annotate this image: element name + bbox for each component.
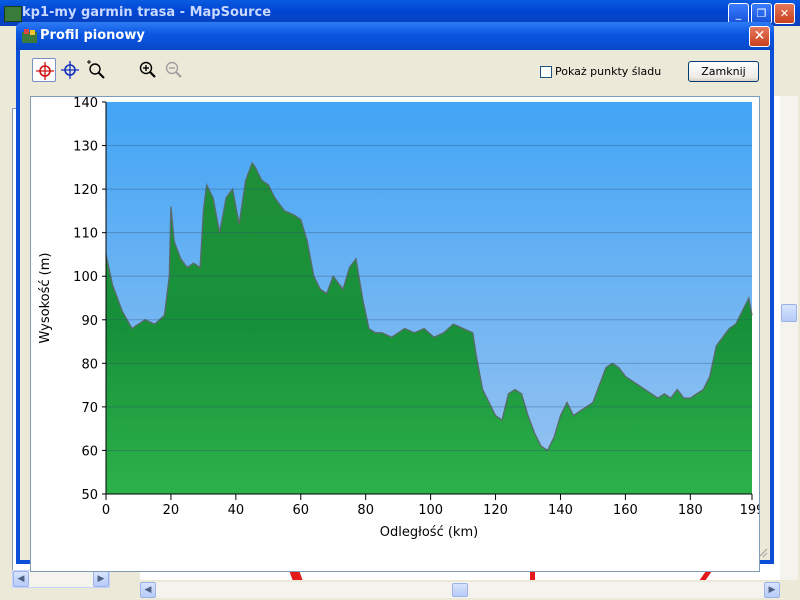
x-tick-label: 80 bbox=[357, 503, 374, 518]
map-hscroll-thumb[interactable] bbox=[452, 583, 468, 597]
move-tool-button[interactable] bbox=[58, 58, 82, 82]
y-tick-label: 120 bbox=[73, 183, 98, 198]
dialog-titlebar[interactable]: Profil pionowy ✕ bbox=[16, 22, 774, 50]
x-tick-label: 0 bbox=[102, 503, 110, 518]
scroll-left-icon[interactable]: ◀ bbox=[13, 571, 29, 587]
map-scroll-left-icon[interactable]: ◀ bbox=[140, 582, 156, 598]
restore-button[interactable]: ❐ bbox=[751, 3, 772, 24]
select-tool-button[interactable] bbox=[32, 58, 56, 82]
dialog-body: Pokaż punkty śladu Zamknij 140 130 120 110 1… bbox=[20, 50, 770, 572]
x-tick-label: 140 bbox=[548, 503, 573, 518]
show-track-points-checkbox[interactable] bbox=[540, 66, 552, 78]
y-tick-label: 50 bbox=[81, 488, 98, 503]
zoom-in-icon bbox=[139, 61, 156, 78]
resize-grip-icon[interactable] bbox=[756, 546, 768, 558]
elevation-chart-frame: 140 130 120 110 100 90 80 70 60 50 0 20 40 60 80 100 120… bbox=[30, 96, 760, 572]
y-tick-label: 140 bbox=[73, 97, 98, 111]
profile-app-icon bbox=[22, 29, 37, 43]
x-tick-label: 60 bbox=[293, 503, 310, 518]
left-list-hscrollbar[interactable]: ◀ ▶ bbox=[12, 570, 110, 588]
x-tick-label: 40 bbox=[228, 503, 245, 518]
map-vscroll-thumb[interactable] bbox=[781, 304, 797, 322]
y-tick-label: 130 bbox=[73, 140, 98, 155]
move-crosshair-icon bbox=[61, 61, 79, 79]
zoom-in-button[interactable] bbox=[136, 58, 160, 82]
map-scroll-right-icon[interactable]: ▶ bbox=[764, 582, 780, 598]
y-tick-label: 110 bbox=[73, 227, 98, 242]
y-axis-label: Wysokość (m) bbox=[38, 253, 53, 344]
scroll-right-icon[interactable]: ▶ bbox=[93, 571, 109, 587]
minimize-button[interactable]: _ bbox=[728, 3, 749, 24]
x-tick-label: 199 bbox=[740, 503, 759, 518]
elevation-profile-chart[interactable]: 140 130 120 110 100 90 80 70 60 50 0 20 40 60 80 100 120… bbox=[31, 97, 759, 571]
x-tick-label: 20 bbox=[163, 503, 180, 518]
x-tick-label: 180 bbox=[678, 503, 703, 518]
close-dialog-button[interactable]: Zamknij bbox=[688, 61, 759, 82]
x-tick-label: 160 bbox=[613, 503, 638, 518]
y-tick-label: 100 bbox=[73, 270, 98, 285]
x-tick-label: 120 bbox=[483, 503, 508, 518]
mapsource-app-icon bbox=[4, 6, 22, 22]
select-crosshair-icon bbox=[36, 62, 54, 80]
x-axis-label: Odległość (km) bbox=[380, 525, 478, 540]
zoom-out-icon bbox=[165, 61, 182, 78]
mapsource-window-title: kp1-my garmin trasa - MapSource bbox=[22, 5, 272, 20]
y-tick-label: 80 bbox=[81, 357, 98, 372]
zoom-area-icon bbox=[87, 60, 105, 79]
main-close-button[interactable]: ✕ bbox=[774, 3, 795, 24]
map-hscrollbar[interactable]: ◀ ▶ bbox=[140, 582, 780, 598]
y-tick-label: 70 bbox=[81, 401, 98, 416]
zoom-out-button[interactable] bbox=[162, 58, 186, 82]
x-tick-label: 100 bbox=[418, 503, 443, 518]
y-tick-label: 60 bbox=[81, 444, 98, 459]
dialog-close-button[interactable]: ✕ bbox=[749, 26, 770, 47]
y-tick-label: 90 bbox=[81, 314, 98, 329]
map-vscrollbar[interactable] bbox=[780, 96, 798, 580]
zoom-area-button[interactable] bbox=[84, 58, 108, 82]
show-track-points-label: Pokaż punkty śladu bbox=[555, 65, 662, 78]
elevation-profile-dialog: Profil pionowy ✕ Pokaż punkty śladu Zamk… bbox=[16, 22, 774, 572]
dialog-title: Profil pionowy bbox=[40, 28, 145, 43]
